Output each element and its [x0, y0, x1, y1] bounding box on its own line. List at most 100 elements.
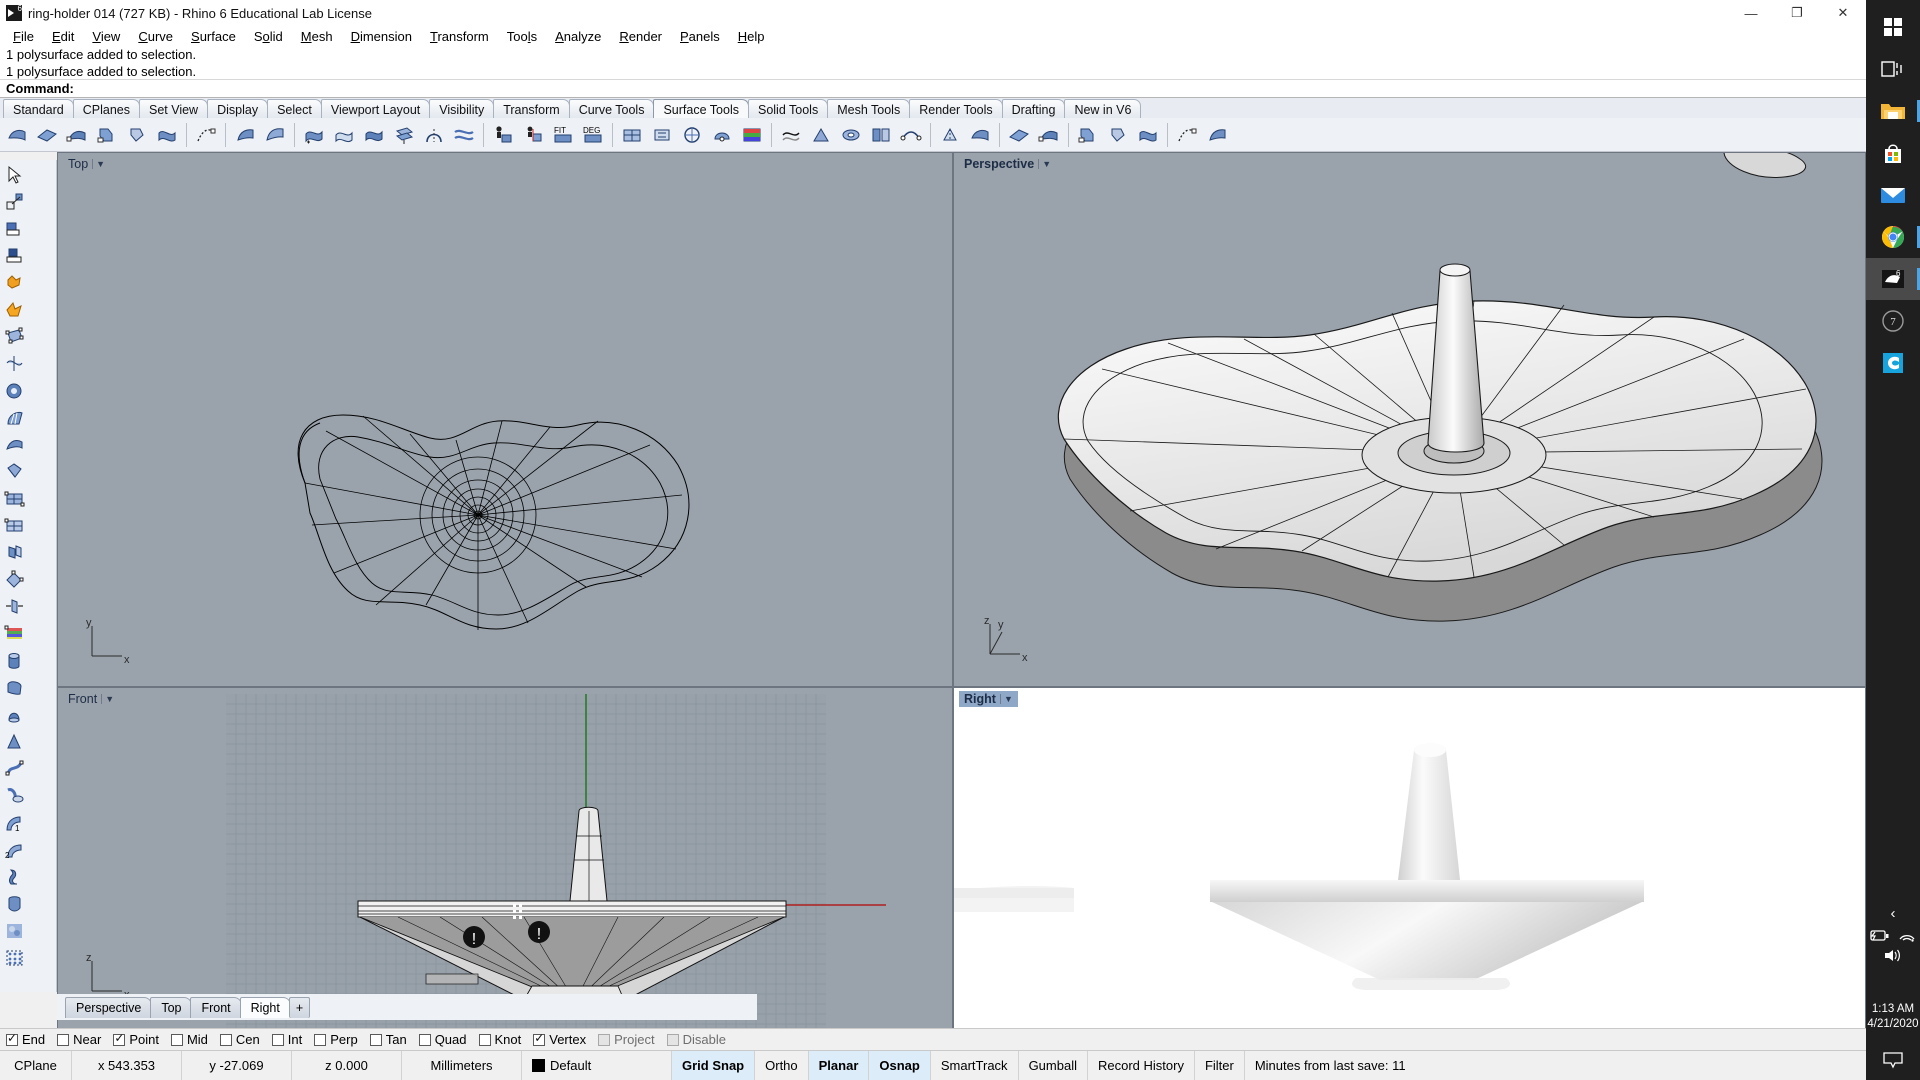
blend-curve-icon[interactable] [192, 121, 220, 149]
action-center-button[interactable] [1866, 1051, 1920, 1072]
fillet-surface-icon[interactable] [330, 121, 358, 149]
osnap-project[interactable]: Project [598, 1032, 654, 1047]
orient-3point-icon[interactable] [519, 121, 547, 149]
blend-surface-icon[interactable] [231, 121, 259, 149]
taskbar-start-icon[interactable] [1866, 6, 1920, 48]
taskbar-clock[interactable]: 1:13 AM 4/21/2020 [1866, 1002, 1920, 1032]
symmetry-icon[interactable] [1005, 121, 1033, 149]
viewport-menu-caret-front[interactable]: ▼ [101, 694, 117, 704]
osnap-int[interactable]: Int [272, 1032, 302, 1047]
menu-file[interactable]: File [4, 27, 43, 46]
surface-from-network-icon[interactable] [63, 121, 91, 149]
toolbar-tab-viewport-layout[interactable]: Viewport Layout [321, 99, 430, 118]
status-toggle-planar[interactable]: Planar [809, 1051, 870, 1080]
viewport-label-perspective[interactable]: Perspective ▼ [959, 156, 1056, 172]
toolbar-tab-standard[interactable]: Standard [3, 99, 74, 118]
rebuild-surface-icon[interactable] [618, 121, 646, 149]
status-toggle-smarttrack[interactable]: SmartTrack [931, 1051, 1019, 1080]
cylinder-icon[interactable] [1, 648, 28, 674]
osnap-cen[interactable]: Cen [220, 1032, 260, 1047]
boolean-difference-icon[interactable] [1, 297, 28, 323]
cone-icon[interactable] [1, 729, 28, 755]
minimize-button[interactable]: — [1728, 0, 1774, 26]
osnap-mid[interactable]: Mid [171, 1032, 208, 1047]
viewport-front[interactable]: ! ! Front ▼ z x [57, 687, 953, 1032]
menu-panels[interactable]: Panels [671, 27, 729, 46]
taskbar-microsoft-store-icon[interactable] [1866, 132, 1920, 174]
osnap-checkbox-end[interactable] [6, 1034, 18, 1046]
osnap-quad[interactable]: Quad [419, 1032, 467, 1047]
extrude-planar-curve-icon[interactable] [1, 216, 28, 242]
toolbar-tab-curve-tools[interactable]: Curve Tools [569, 99, 655, 118]
status-toggle-filter[interactable]: Filter [1195, 1051, 1245, 1080]
status-toggle-ortho[interactable]: Ortho [755, 1051, 809, 1080]
surface-from-planar-curves-icon[interactable] [33, 121, 61, 149]
extrude-surface-icon[interactable] [93, 121, 121, 149]
fillet-1-icon[interactable]: 1 [1, 810, 28, 836]
viewport-tab-perspective[interactable]: Perspective [65, 997, 152, 1018]
select-arrow-icon[interactable] [1, 162, 28, 188]
viewport-tab-top[interactable]: Top [150, 997, 192, 1018]
cap-surface-icon[interactable] [1, 702, 28, 728]
surface-grid-icon[interactable] [1, 486, 28, 512]
divide-surface-icon[interactable] [1035, 121, 1063, 149]
taskbar-seven-app-icon[interactable]: 7 [1866, 300, 1920, 342]
sweep-1-rail-icon[interactable] [153, 121, 181, 149]
osnap-checkbox-knot[interactable] [479, 1034, 491, 1046]
extrude-tapered-icon[interactable] [123, 121, 151, 149]
viewport-label-top[interactable]: Top ▼ [63, 156, 110, 172]
taskbar-mail-icon[interactable] [1866, 174, 1920, 216]
command-line[interactable]: Command: [0, 79, 1866, 97]
volume-icon[interactable] [1883, 948, 1903, 963]
toolbar-tab-cplanes[interactable]: CPlanes [73, 99, 140, 118]
toolbar-tab-mesh-tools[interactable]: Mesh Tools [827, 99, 910, 118]
osnap-knot[interactable]: Knot [479, 1032, 522, 1047]
taskbar-file-explorer-icon[interactable] [1866, 90, 1920, 132]
extrude-straight-icon[interactable] [1, 243, 28, 269]
unroll-surface-icon[interactable] [420, 121, 448, 149]
untrim-surface-icon[interactable] [390, 121, 418, 149]
osnap-tan[interactable]: Tan [370, 1032, 407, 1047]
osnap-end[interactable]: End [6, 1032, 45, 1047]
viewport-right[interactable]: Right ▼ [953, 687, 1866, 1032]
menu-edit[interactable]: Edit [43, 27, 83, 46]
surface-offset-icon[interactable] [1, 540, 28, 566]
status-cplane[interactable]: CPlane [0, 1051, 72, 1080]
osnap-checkbox-quad[interactable] [419, 1034, 431, 1046]
viewport-label-right[interactable]: Right ▼ [959, 691, 1018, 707]
status-toggle-grid-snap[interactable]: Grid Snap [672, 1051, 755, 1080]
menu-solid[interactable]: Solid [245, 27, 292, 46]
menu-analyze[interactable]: Analyze [546, 27, 610, 46]
heightfield-icon[interactable] [1134, 121, 1162, 149]
remove-knot-icon[interactable] [738, 121, 766, 149]
osnap-checkbox-project[interactable] [598, 1034, 610, 1046]
flow-along-surface-icon[interactable] [1, 891, 28, 917]
squish-surface-icon[interactable] [450, 121, 478, 149]
toolbar-tab-select[interactable]: Select [267, 99, 322, 118]
zebra-analysis-icon[interactable] [807, 121, 835, 149]
chamfer-surface-icon[interactable] [360, 121, 388, 149]
osnap-checkbox-perp[interactable] [314, 1034, 326, 1046]
points-on-icon[interactable] [1173, 121, 1201, 149]
boolean-union-icon[interactable] [1, 270, 28, 296]
osnap-checkbox-cen[interactable] [220, 1034, 232, 1046]
osnap-checkbox-int[interactable] [272, 1034, 284, 1046]
viewport-menu-caret-right[interactable]: ▼ [1000, 694, 1016, 704]
command-input[interactable] [78, 81, 1866, 97]
menu-surface[interactable]: Surface [182, 27, 245, 46]
rotate-3d-icon[interactable] [1, 567, 28, 593]
revolve-icon[interactable] [1, 783, 28, 809]
viewport-top[interactable]: Top ▼ y x [57, 152, 953, 687]
loft-icon[interactable] [1, 756, 28, 782]
insert-knot-icon[interactable] [708, 121, 736, 149]
status-units[interactable]: Millimeters [402, 1051, 522, 1080]
toolbar-tab-surface-tools[interactable]: Surface Tools [653, 99, 749, 118]
maximize-button[interactable]: ❐ [1774, 0, 1820, 26]
menu-mesh[interactable]: Mesh [292, 27, 342, 46]
change-degree-icon[interactable] [678, 121, 706, 149]
surface-curvature-icon[interactable] [777, 121, 805, 149]
osnap-disable[interactable]: Disable [667, 1032, 726, 1047]
wifi-icon[interactable] [1898, 929, 1916, 943]
osnap-vertex[interactable]: Vertex [533, 1032, 586, 1047]
menu-tools[interactable]: Tools [498, 27, 546, 46]
